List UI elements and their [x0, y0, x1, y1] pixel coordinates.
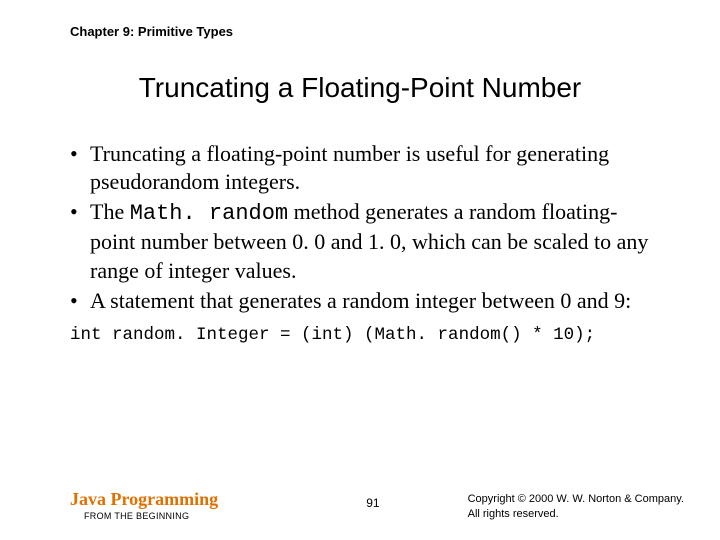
book-subtitle: FROM THE BEGINNING: [84, 512, 218, 522]
page-number: 91: [366, 496, 379, 510]
inline-code: Math. random: [130, 201, 288, 226]
book-title: Java Programming: [70, 490, 218, 510]
bullet-text: The: [90, 199, 130, 224]
bullet-item: The Math. random method generates a rand…: [70, 198, 660, 284]
footer: Java Programming FROM THE BEGINNING 91 C…: [70, 490, 684, 522]
slide-title: Truncating a Floating-Point Number: [0, 72, 720, 104]
copyright: Copyright © 2000 W. W. Norton & Company.…: [468, 492, 684, 522]
bullet-item: A statement that generates a random inte…: [70, 287, 660, 315]
chapter-header: Chapter 9: Primitive Types: [70, 24, 233, 39]
copyright-line: All rights reserved.: [468, 507, 684, 522]
slide-content: Truncating a floating-point number is us…: [70, 140, 660, 345]
bullet-item: Truncating a floating-point number is us…: [70, 140, 660, 196]
bullet-text: Truncating a floating-point number is us…: [90, 141, 609, 194]
bullet-text: A statement that generates a random inte…: [90, 288, 631, 313]
bullet-list: Truncating a floating-point number is us…: [70, 140, 660, 315]
copyright-line: Copyright © 2000 W. W. Norton & Company.: [468, 492, 684, 507]
book-brand: Java Programming FROM THE BEGINNING: [70, 490, 218, 522]
code-line: int random. Integer = (int) (Math. rando…: [70, 325, 660, 345]
